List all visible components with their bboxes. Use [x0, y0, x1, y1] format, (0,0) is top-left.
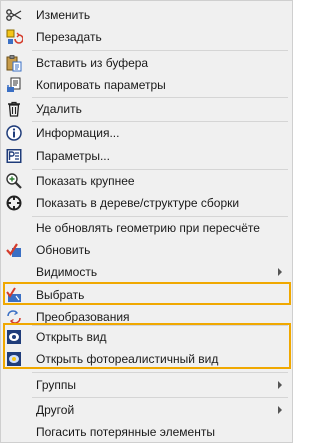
separator	[32, 50, 288, 51]
separator	[32, 397, 288, 398]
menu-item-redefine[interactable]: Перезадать	[1, 26, 290, 48]
refresh-check-icon	[5, 241, 23, 259]
separator	[32, 372, 288, 373]
menu-item-edit[interactable]: Изменить	[1, 4, 290, 26]
info-icon	[5, 124, 23, 142]
zoom-in-icon	[5, 172, 23, 190]
menu-item-label: Видимость	[36, 265, 98, 279]
menu-item-open-view[interactable]: Открыть вид	[1, 326, 290, 348]
menu-item-label: Группы	[36, 378, 76, 392]
menu-item-zoom-in[interactable]: Показать крупнее	[1, 170, 290, 192]
menu-item-info[interactable]: Информация...	[1, 122, 290, 144]
context-menu: Изменить Перезадать Вставить из буфера К…	[0, 0, 293, 443]
menu-item-label: Параметры...	[36, 149, 110, 163]
menu-item-label: Изменить	[36, 8, 91, 22]
redefine-icon	[5, 28, 23, 46]
photoreal-view-icon	[5, 350, 23, 368]
transform-icon	[5, 308, 23, 326]
menu-item-label: Копировать параметры	[36, 78, 166, 92]
menu-item-suppress-lost-elements[interactable]: Погасить потерянные элементы	[1, 421, 290, 443]
menu-item-label: Обновить	[36, 243, 91, 257]
menu-item-select[interactable]: Выбрать	[1, 284, 290, 306]
menu-item-groups[interactable]: Группы	[1, 374, 290, 396]
submenu-arrow-icon	[278, 268, 282, 276]
menu-item-open-photoreal-view[interactable]: Открыть фотореалистичный вид	[1, 348, 290, 370]
menu-item-label: Другой	[36, 403, 75, 417]
open-view-icon	[5, 328, 23, 346]
menu-item-paste[interactable]: Вставить из буфера	[1, 52, 290, 74]
parameters-icon	[5, 147, 23, 165]
select-icon	[5, 286, 23, 304]
menu-item-no-update-geometry[interactable]: Не обновлять геометрию при пересчёте	[1, 217, 290, 239]
menu-item-delete[interactable]: Удалить	[1, 98, 290, 120]
menu-item-label: Открыть фотореалистичный вид	[36, 352, 219, 366]
crosshair-icon	[5, 194, 23, 212]
menu-item-copy-params[interactable]: Копировать параметры	[1, 74, 290, 96]
menu-item-label: Выбрать	[36, 288, 85, 302]
menu-item-label: Информация...	[36, 126, 120, 140]
menu-item-refresh[interactable]: Обновить	[1, 239, 290, 261]
menu-item-label: Показать крупнее	[36, 174, 135, 188]
submenu-arrow-icon	[278, 406, 282, 414]
menu-item-label: Перезадать	[36, 30, 102, 44]
menu-item-show-in-tree[interactable]: Показать в дереве/структуре сборки	[1, 192, 290, 214]
menu-item-label: Преобразования	[36, 310, 130, 324]
scissors-edit-icon	[5, 6, 23, 24]
menu-item-label: Открыть вид	[36, 330, 107, 344]
menu-item-label: Не обновлять геометрию при пересчёте	[36, 221, 260, 235]
menu-item-label: Показать в дереве/структуре сборки	[36, 196, 240, 210]
menu-item-parameters[interactable]: Параметры...	[1, 145, 290, 167]
menu-item-other[interactable]: Другой	[1, 399, 290, 421]
clipboard-paste-icon	[5, 54, 23, 72]
trash-icon	[5, 100, 23, 118]
menu-item-label: Вставить из буфера	[36, 56, 149, 70]
copy-params-icon	[5, 76, 23, 94]
submenu-arrow-icon	[278, 381, 282, 389]
menu-item-visibility[interactable]: Видимость	[1, 261, 290, 283]
menu-item-label: Погасить потерянные элементы	[36, 425, 215, 439]
menu-item-label: Удалить	[36, 102, 82, 116]
